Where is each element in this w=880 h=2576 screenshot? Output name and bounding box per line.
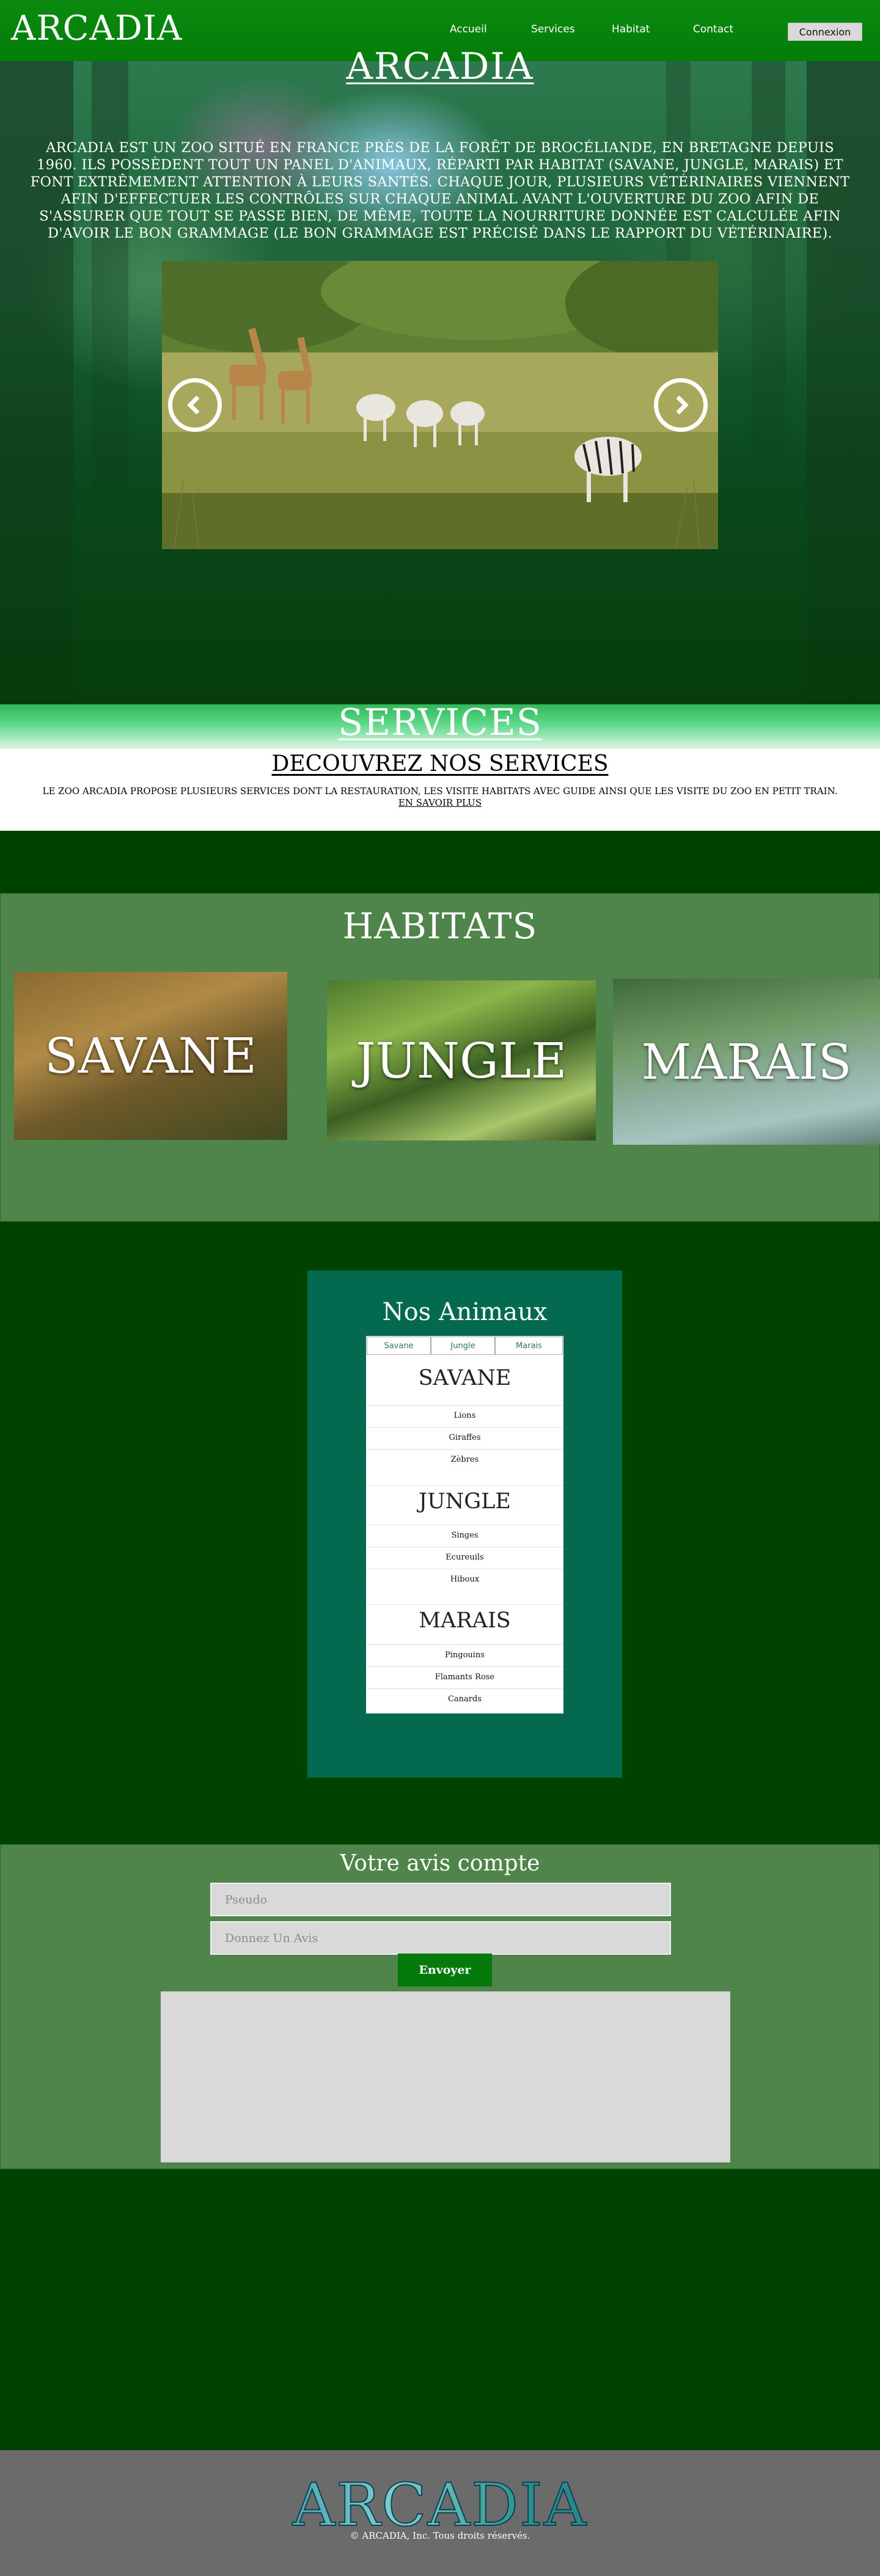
review-text-field[interactable]: Donnez Un Avis xyxy=(210,1921,671,1955)
pseudo-placeholder: Pseudo xyxy=(225,1893,268,1906)
footer-copyright: © ARCADIA, Inc. Tous droits réservés. xyxy=(350,2530,530,2541)
animal-item[interactable]: Flamants Rose xyxy=(366,1666,563,1687)
services-learn-more-link[interactable]: EN SAVOIR PLUS xyxy=(0,797,880,808)
group-title-marais: MARAIS xyxy=(366,1604,563,1633)
send-review-button[interactable]: Envoyer xyxy=(398,1954,492,1987)
group-title-savane: SAVANE xyxy=(418,1366,512,1390)
animal-item[interactable]: Canards xyxy=(366,1688,563,1709)
habitat-card-savane[interactable]: SAVANE xyxy=(14,972,287,1140)
habitats-title: HABITATS xyxy=(342,905,538,947)
nav-services[interactable]: Services xyxy=(531,23,575,35)
animals-title: Nos Animaux xyxy=(382,1298,548,1326)
animal-item[interactable]: Zèbres xyxy=(366,1449,563,1470)
habitat-card-marais[interactable]: MARAIS xyxy=(613,979,880,1145)
services-description: LE ZOO ARCADIA PROPOSE PLUSIEURS SERVICE… xyxy=(42,786,838,797)
hero-title: ARCADIA xyxy=(346,45,534,88)
carousel-prev-button[interactable] xyxy=(168,378,222,432)
habitat-card-label: JUNGLE xyxy=(356,1032,567,1089)
nav-contact[interactable]: Contact xyxy=(693,23,733,35)
review-title: Votre avis compte xyxy=(340,1851,540,1876)
pseudo-field[interactable]: Pseudo xyxy=(210,1883,671,1916)
review-placeholder: Donnez Un Avis xyxy=(225,1932,318,1945)
reviews-display-area xyxy=(161,1991,730,2162)
habitat-card-label: MARAIS xyxy=(641,1033,852,1090)
animal-item[interactable]: Lions xyxy=(366,1405,563,1426)
animal-item[interactable]: Hiboux xyxy=(366,1569,563,1589)
animal-item[interactable]: Giraffes xyxy=(366,1427,563,1448)
group-title-jungle: JUNGLE xyxy=(366,1485,563,1514)
carousel-next-button[interactable] xyxy=(654,378,708,432)
hero-description: ARCADIA EST UN ZOO SITUÉ EN FRANCE PRÈS … xyxy=(30,140,850,241)
chevron-left-icon xyxy=(187,395,200,415)
footer-logo: ARCADIA xyxy=(0,2470,880,2540)
animal-item[interactable]: Ecureuils xyxy=(366,1547,563,1567)
habitat-card-label: SAVANE xyxy=(44,1027,257,1084)
habitat-card-jungle[interactable]: JUNGLE xyxy=(327,980,596,1140)
chevron-right-icon xyxy=(676,395,689,415)
tab-marais[interactable]: Marais xyxy=(495,1337,563,1355)
animal-carousel-image xyxy=(162,261,718,549)
animal-item[interactable]: Singes xyxy=(366,1525,563,1545)
nav-habitat[interactable]: Habitat xyxy=(612,23,650,35)
login-button[interactable]: Connexion xyxy=(788,23,862,41)
tab-savane[interactable]: Savane xyxy=(367,1337,431,1355)
tab-jungle[interactable]: Jungle xyxy=(431,1337,495,1355)
services-title: SERVICES xyxy=(338,701,542,744)
site-logo[interactable]: ARCADIA xyxy=(11,9,182,48)
nav-accueil[interactable]: Accueil xyxy=(450,23,487,35)
animal-item[interactable]: Pingouins xyxy=(366,1644,563,1665)
services-subtitle: DECOUVREZ NOS SERVICES xyxy=(271,751,609,776)
